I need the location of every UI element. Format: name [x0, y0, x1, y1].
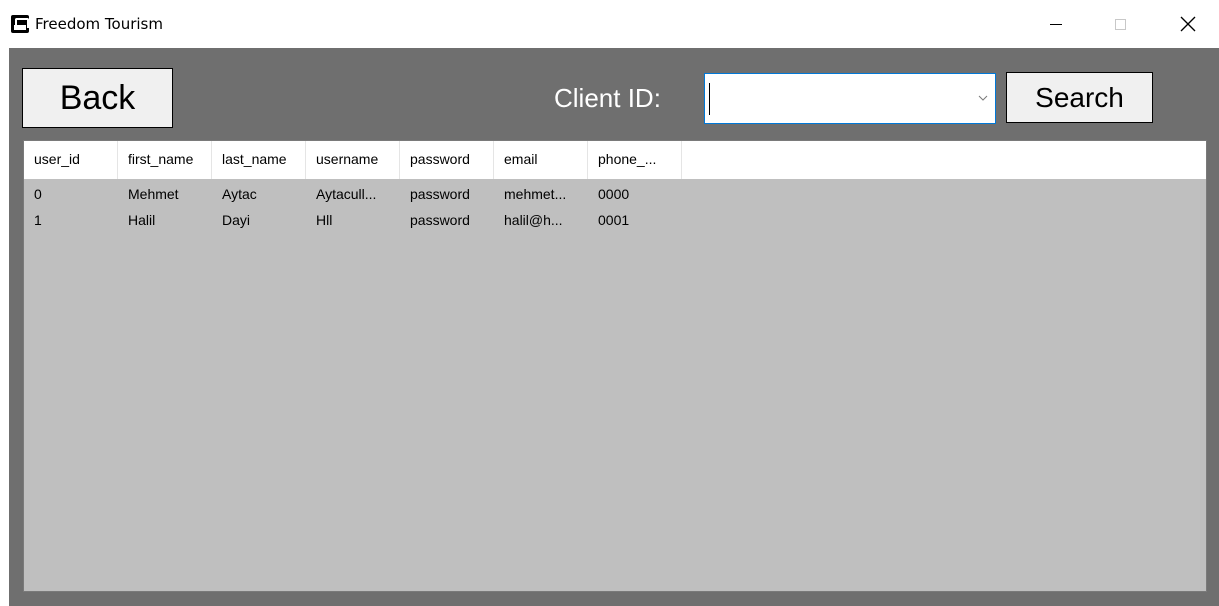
text-caret [709, 83, 710, 115]
close-button[interactable] [1165, 0, 1211, 48]
cell-first-name: Halil [128, 212, 156, 228]
cell-user-id: 0 [34, 186, 42, 202]
client-id-label: Client ID: [554, 83, 661, 113]
cell-phone: 0001 [598, 212, 630, 228]
cell-phone: 0000 [598, 186, 630, 202]
cell-password: password [410, 186, 470, 202]
column-header-password[interactable]: password [400, 141, 494, 179]
users-table[interactable]: user_id first_name last_name username pa… [23, 140, 1207, 592]
window-title: Freedom Tourism [35, 15, 163, 33]
column-header-last-name[interactable]: last_name [212, 141, 306, 179]
cell-email: mehmet... [504, 186, 567, 202]
column-header-username[interactable]: username [306, 141, 400, 179]
app-window: Freedom Tourism Back Client ID: Search u… [9, 0, 1219, 606]
maximize-icon [1114, 18, 1126, 30]
cell-user-id: 1 [34, 212, 42, 228]
column-header-phone[interactable]: phone_... [588, 141, 682, 179]
cell-username: Aytacull... [316, 186, 377, 202]
column-header-first-name[interactable]: first_name [118, 141, 212, 179]
table-row[interactable]: 1 Halil Dayi Hll password halil@h... 000… [24, 210, 1206, 230]
column-header-email[interactable]: email [494, 141, 588, 179]
table-header: user_id first_name last_name username pa… [24, 141, 1206, 179]
cell-password: password [410, 212, 470, 228]
title-bar[interactable]: Freedom Tourism [9, 0, 1219, 48]
cell-email: halil@h... [504, 212, 563, 228]
minimize-button[interactable] [1033, 0, 1079, 48]
client-area: Back Client ID: Search user_id first_nam… [9, 48, 1219, 606]
client-id-combobox[interactable] [704, 73, 996, 124]
column-header-user-id[interactable]: user_id [24, 141, 118, 179]
chevron-down-icon[interactable] [977, 92, 989, 104]
table-row[interactable]: 0 Mehmet Aytac Aytacull... password mehm… [24, 184, 1206, 204]
maximize-button[interactable] [1097, 0, 1143, 48]
cell-first-name: Mehmet [128, 186, 179, 202]
back-button[interactable]: Back [22, 68, 173, 128]
cell-username: Hll [316, 212, 333, 228]
search-button[interactable]: Search [1006, 72, 1153, 123]
minimize-icon [1050, 23, 1062, 25]
cell-last-name: Aytac [222, 186, 257, 202]
close-icon [1180, 16, 1196, 32]
app-icon [11, 15, 29, 33]
cell-last-name: Dayi [222, 212, 251, 228]
